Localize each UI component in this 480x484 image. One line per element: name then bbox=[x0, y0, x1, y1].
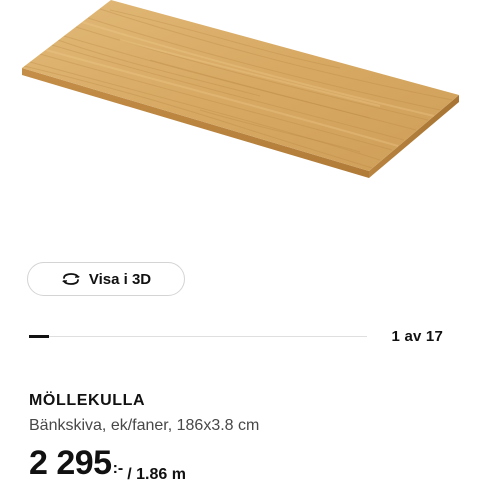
carousel-progress-indicator bbox=[29, 335, 49, 338]
oak-worktop-illustration bbox=[22, 0, 459, 178]
view-in-3d-button[interactable]: Visa i 3D bbox=[27, 262, 185, 296]
price-unit: / 1.86 m bbox=[127, 466, 186, 483]
carousel-counter: 1 av 17 bbox=[391, 328, 443, 345]
price-amount: 2 295 bbox=[29, 444, 112, 482]
carousel-progress-track[interactable] bbox=[29, 335, 367, 338]
view-in-3d-label: Visa i 3D bbox=[88, 270, 152, 288]
rotate-3d-icon bbox=[61, 271, 81, 287]
product-description: Bänkskiva, ek/faner, 186x3.8 cm bbox=[29, 417, 260, 434]
product-image[interactable] bbox=[0, 0, 480, 240]
product-price: 2 295 :- / 1.86 m bbox=[29, 446, 186, 484]
product-name[interactable]: MÖLLEKULLA bbox=[29, 392, 145, 410]
price-suffix: :- bbox=[112, 460, 124, 477]
